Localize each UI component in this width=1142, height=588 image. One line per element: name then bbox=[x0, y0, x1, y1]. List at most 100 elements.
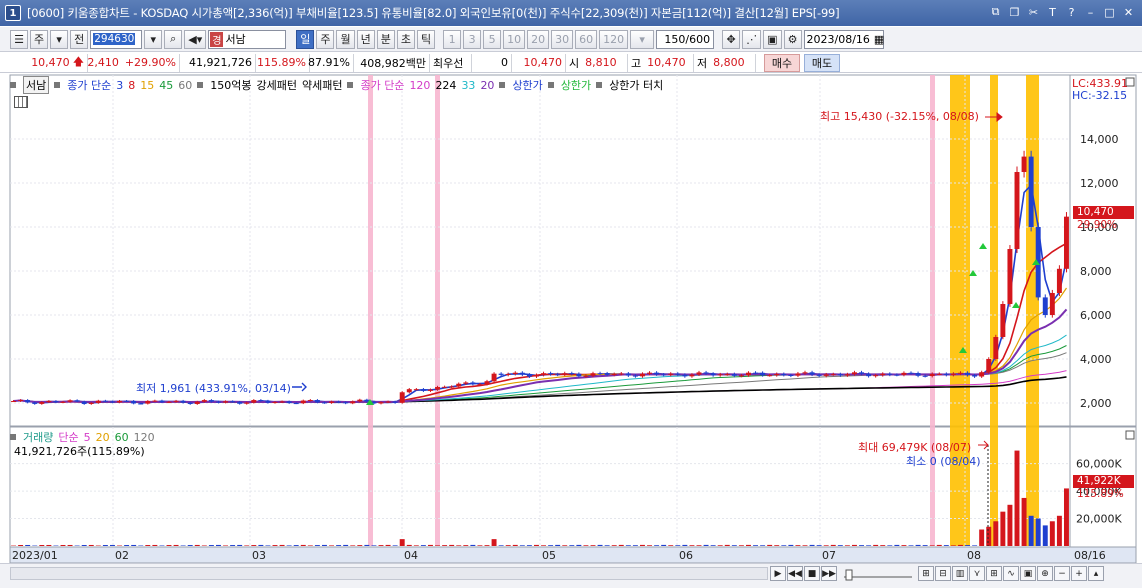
limit-touch[interactable]: 상한가 터치 bbox=[609, 77, 663, 93]
wave-icon[interactable]: ∿ bbox=[1003, 566, 1019, 581]
interval-30[interactable]: 30 bbox=[551, 29, 574, 49]
interval-dropdown-icon[interactable]: ▾ bbox=[630, 29, 655, 49]
volume-ma-period-120[interactable]: 120 bbox=[134, 431, 155, 444]
interval-1[interactable]: 1 bbox=[443, 29, 462, 49]
sell-button[interactable]: 매도 bbox=[804, 53, 840, 72]
volume-ma-period-20[interactable]: 20 bbox=[96, 431, 110, 444]
volume-bar bbox=[18, 544, 24, 546]
volume-ma-period-60[interactable]: 60 bbox=[115, 431, 129, 444]
candle-body bbox=[314, 400, 320, 403]
ma-period-3[interactable]: 3 bbox=[116, 79, 123, 92]
collapse-icon bbox=[1125, 430, 1135, 440]
interval-10[interactable]: 10 bbox=[503, 29, 526, 49]
date-input[interactable]: 2023/08/16 ▦ bbox=[803, 29, 884, 49]
pattern-150[interactable]: 150억봉 bbox=[210, 77, 251, 93]
interval-20[interactable]: 20 bbox=[527, 29, 550, 49]
period-minute[interactable]: 분 bbox=[376, 29, 395, 49]
period-day[interactable]: 일 bbox=[296, 29, 315, 49]
minimize-icon[interactable]: – bbox=[1083, 4, 1098, 20]
ma2-period-120[interactable]: 120 bbox=[409, 79, 430, 92]
interval-120[interactable]: 120 bbox=[599, 29, 629, 49]
ma-period-60[interactable]: 60 bbox=[178, 79, 192, 92]
candle-body bbox=[102, 400, 108, 402]
pattern-strong[interactable]: 강세패턴 bbox=[256, 77, 296, 93]
calendar-icon[interactable]: ▦ bbox=[874, 33, 884, 46]
scroll-first-icon[interactable]: ◀◀ bbox=[787, 566, 803, 581]
zoom-out-icon[interactable]: − bbox=[1054, 566, 1070, 581]
candle-body bbox=[258, 400, 264, 402]
period-week[interactable]: 주 bbox=[316, 29, 335, 49]
pattern-weak[interactable]: 약세패턴 bbox=[302, 77, 342, 93]
scroll-last-icon[interactable]: ▶▶ bbox=[821, 566, 837, 581]
stock-name-field[interactable]: 경 서남 bbox=[208, 29, 287, 49]
stock-code-input[interactable]: 294630 bbox=[90, 29, 143, 49]
ma-label[interactable]: 종가 단순 bbox=[67, 77, 111, 93]
ma-period-15[interactable]: 15 bbox=[140, 79, 154, 92]
candle-body bbox=[922, 375, 928, 377]
ma2-label[interactable]: 종가 단순 bbox=[360, 77, 404, 93]
period-month[interactable]: 월 bbox=[336, 29, 355, 49]
period-second[interactable]: 초 bbox=[396, 29, 415, 49]
candle-body bbox=[152, 400, 158, 402]
menu-icon[interactable]: ☰ bbox=[10, 29, 28, 49]
candle-body bbox=[187, 402, 193, 404]
gear-icon[interactable]: ⚙ bbox=[783, 29, 802, 49]
bar-chart-icon[interactable]: ⊞ bbox=[986, 566, 1002, 581]
zoom-slider[interactable] bbox=[842, 567, 914, 581]
link-icon[interactable]: ⧉ bbox=[988, 4, 1003, 20]
interval-5[interactable]: 5 bbox=[483, 29, 502, 49]
table-icon[interactable] bbox=[14, 96, 28, 108]
ma-period-45[interactable]: 45 bbox=[159, 79, 173, 92]
save-icon[interactable]: ▣ bbox=[763, 29, 782, 49]
ma2-period-20[interactable]: 20 bbox=[480, 79, 494, 92]
up-arrow-icon: 🡅 bbox=[72, 55, 84, 68]
ma2-period-224[interactable]: 224 bbox=[435, 79, 456, 92]
price-tick-label: 6,000 bbox=[1080, 309, 1112, 322]
copy-icon[interactable]: ❐ bbox=[1007, 4, 1022, 20]
pin-icon[interactable]: ✂ bbox=[1026, 4, 1041, 20]
volume-bar bbox=[194, 544, 200, 546]
search-icon[interactable]: ⌕ bbox=[164, 29, 183, 49]
dropdown-icon[interactable]: ▾ bbox=[50, 29, 69, 49]
legend-square-icon bbox=[10, 434, 16, 440]
line-chart-icon[interactable]: ⋎ bbox=[969, 566, 985, 581]
image-icon[interactable]: ▣ bbox=[1020, 566, 1036, 581]
kind-button[interactable]: 주 bbox=[30, 29, 49, 49]
candle-body bbox=[307, 400, 313, 402]
period-tick[interactable]: 틱 bbox=[416, 29, 436, 49]
crosshair-icon[interactable]: ✥ bbox=[722, 29, 741, 49]
limit-up-1[interactable]: 상한가 bbox=[512, 77, 542, 93]
interval-3[interactable]: 3 bbox=[463, 29, 482, 49]
close-icon[interactable]: ✕ bbox=[1121, 4, 1136, 20]
text-icon[interactable]: T bbox=[1045, 4, 1060, 20]
chart-type-icon[interactable]: ⋰ bbox=[742, 29, 762, 49]
zoom-in-icon[interactable]: + bbox=[1071, 566, 1087, 581]
scroll-nav: ▶ ◀◀ ■ ▶▶ bbox=[770, 566, 837, 581]
chart-scrollbar[interactable] bbox=[10, 567, 768, 580]
pin-icon[interactable]: ⊕ bbox=[1037, 566, 1053, 581]
buy-button[interactable]: 매수 bbox=[764, 53, 800, 72]
pause-icon[interactable]: ■ bbox=[804, 566, 820, 581]
prev-button[interactable]: 전 bbox=[70, 29, 89, 49]
ma2-period-33[interactable]: 33 bbox=[461, 79, 475, 92]
expand-icon[interactable]: ▴ bbox=[1088, 566, 1104, 581]
interval-60[interactable]: 60 bbox=[575, 29, 598, 49]
maximize-icon[interactable]: □ bbox=[1102, 4, 1117, 20]
stock-tag[interactable]: 서남 bbox=[23, 76, 50, 94]
help-icon[interactable]: ? bbox=[1064, 4, 1079, 20]
volume-bar bbox=[965, 545, 971, 546]
volume-ma-period-5[interactable]: 5 bbox=[84, 431, 91, 444]
zoom-box-icon[interactable]: ⊟ bbox=[935, 566, 951, 581]
count-input[interactable]: 150/600 bbox=[656, 29, 715, 49]
code-dropdown-icon[interactable]: ▾ bbox=[144, 29, 163, 49]
period-year[interactable]: 년 bbox=[356, 29, 375, 49]
ma-period-8[interactable]: 8 bbox=[128, 79, 135, 92]
candle-icon[interactable]: ▥ bbox=[952, 566, 968, 581]
legend-square-icon bbox=[596, 82, 603, 88]
limit-up-2[interactable]: 상한가 bbox=[561, 77, 591, 93]
grid-icon[interactable]: ⊞ bbox=[918, 566, 934, 581]
sound-icon[interactable]: ◀▾ bbox=[184, 29, 207, 49]
scroll-right-icon[interactable]: ▶ bbox=[770, 566, 786, 581]
volume-bar bbox=[25, 544, 31, 546]
window-number[interactable]: 1 bbox=[5, 5, 21, 21]
